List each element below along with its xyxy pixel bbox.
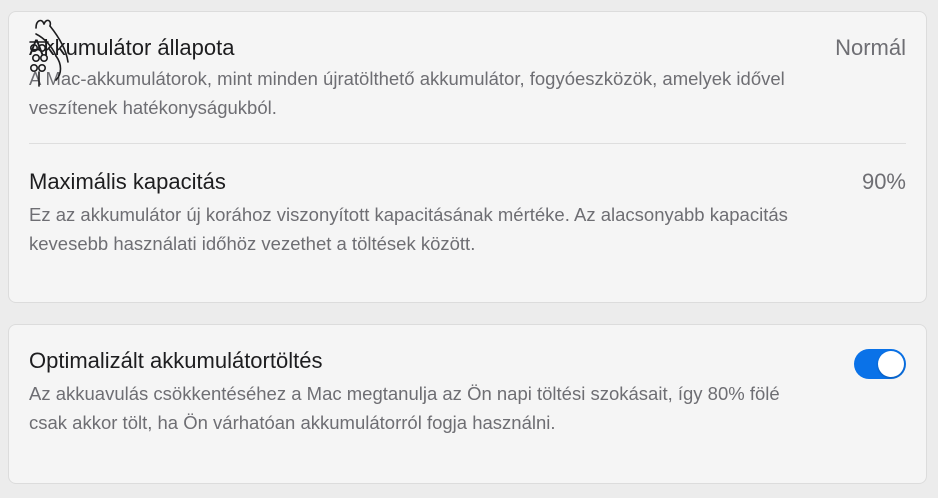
battery-settings-page: Akkumulátor állapota Normál A Mac-akkumu… bbox=[0, 0, 938, 498]
optimized-charging-card: Optimalizált akkumulátortöltés Az akkuav… bbox=[8, 324, 927, 484]
toggle-knob bbox=[878, 351, 904, 377]
battery-health-title: Akkumulátor állapota bbox=[29, 35, 235, 60]
battery-health-description: A Mac-akkumulátorok, mint minden újratöl… bbox=[29, 68, 785, 118]
optimized-charging-description: Az akkuavulás csökkentéséhez a Mac megta… bbox=[29, 383, 780, 433]
battery-health-card: Akkumulátor állapota Normál A Mac-akkumu… bbox=[8, 11, 927, 303]
optimized-charging-row: Optimalizált akkumulátortöltés Az akkuav… bbox=[29, 347, 906, 477]
battery-health-row: Akkumulátor állapota Normál A Mac-akkumu… bbox=[29, 34, 906, 144]
max-capacity-value: 90% bbox=[861, 169, 906, 194]
max-capacity-title: Maximális kapacitás bbox=[29, 169, 226, 194]
max-capacity-row: Maximális kapacitás 90% Ez az akkumuláto… bbox=[29, 168, 906, 298]
max-capacity-description: Ez az akkumulátor új korához viszonyítot… bbox=[29, 204, 788, 254]
optimized-charging-title: Optimalizált akkumulátortöltés bbox=[29, 348, 323, 373]
divider bbox=[29, 143, 906, 144]
battery-health-value: Normál bbox=[835, 35, 906, 60]
optimized-charging-toggle[interactable] bbox=[854, 349, 906, 379]
